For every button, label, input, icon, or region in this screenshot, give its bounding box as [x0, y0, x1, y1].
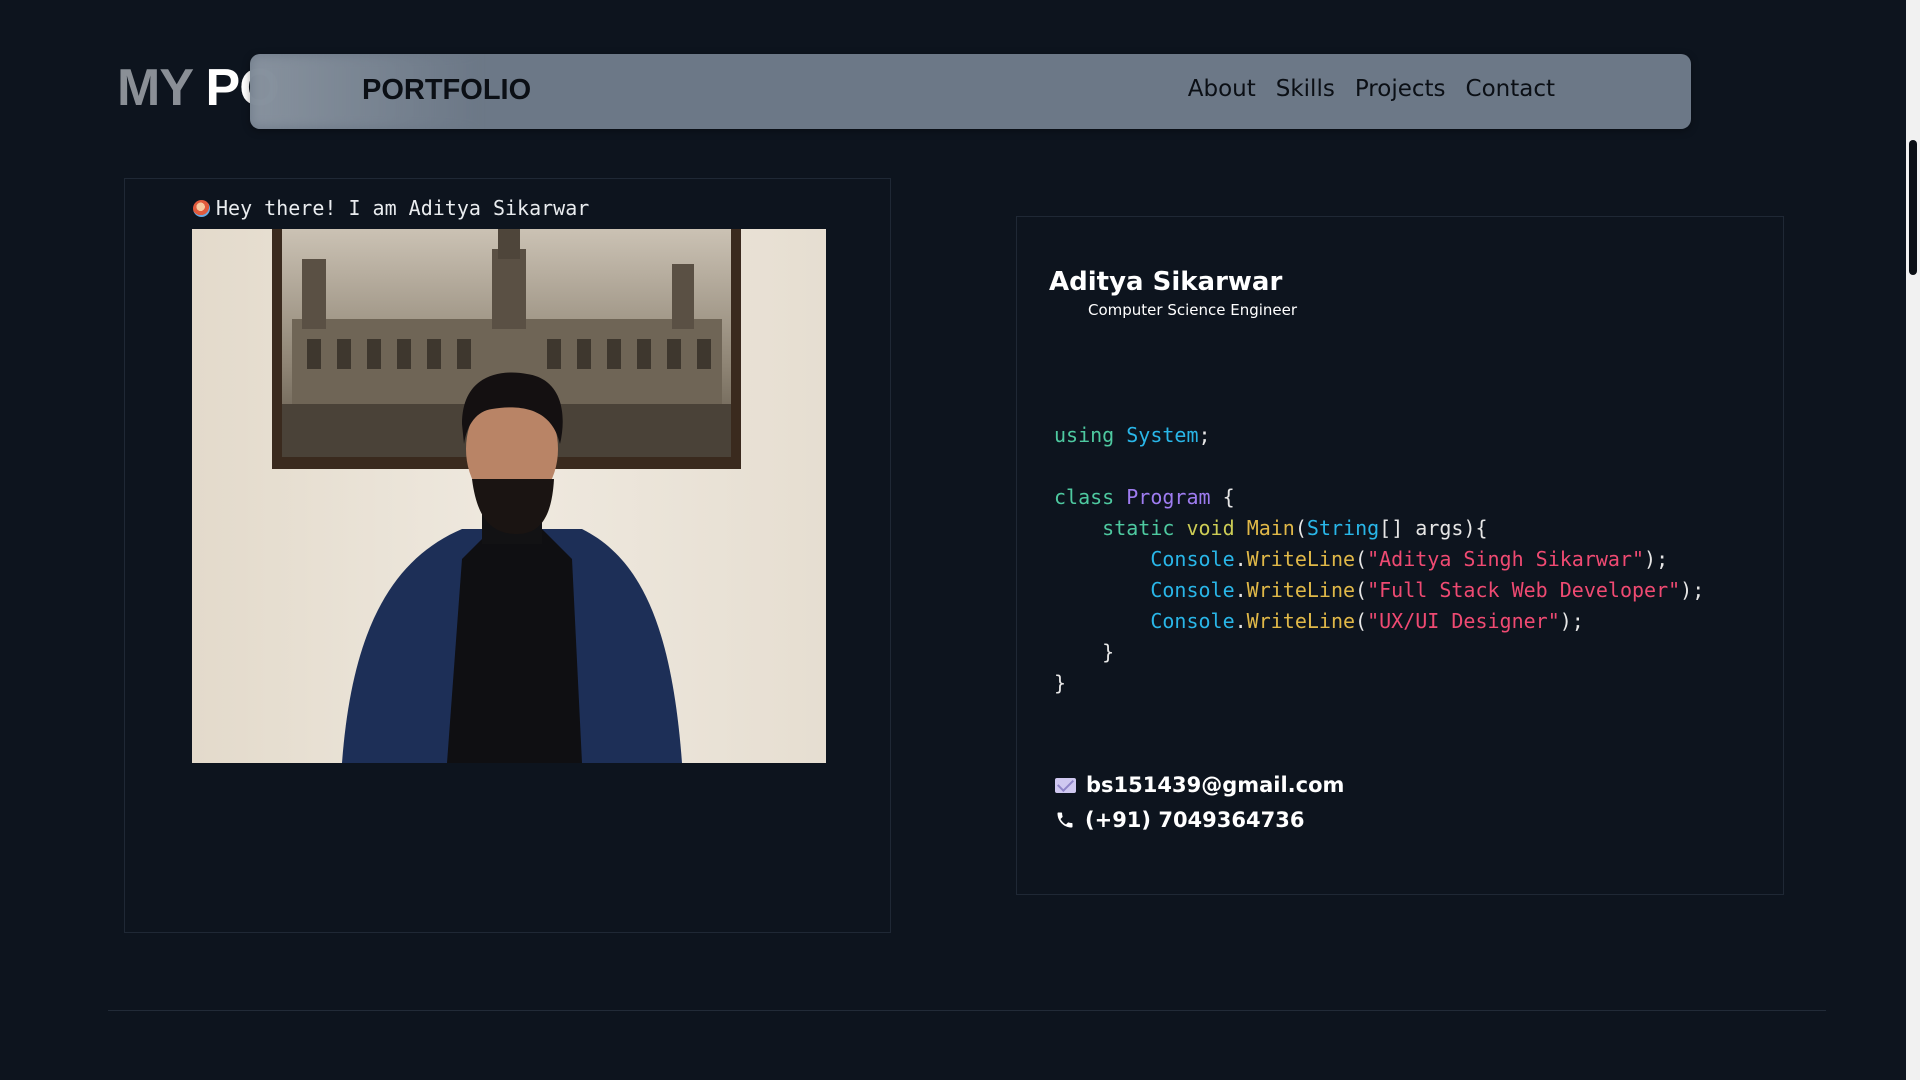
- profile-role: Computer Science Engineer: [1088, 301, 1298, 319]
- nav-brand[interactable]: PORTFOLIO: [362, 74, 531, 107]
- code-string-type: String: [1306, 516, 1380, 540]
- code-main: Main: [1246, 516, 1295, 540]
- profile-photo: [192, 229, 826, 763]
- profile-card: Aditya Sikarwar Computer Science Enginee…: [1016, 216, 1784, 895]
- profile-name: Aditya Sikarwar: [1049, 267, 1283, 297]
- code-using: using: [1054, 423, 1115, 447]
- scrollbar[interactable]: [1906, 0, 1920, 1080]
- code-string-2: "Full Stack Web Developer": [1367, 578, 1681, 602]
- contact-email[interactable]: bs151439@gmail.com: [1055, 773, 1344, 797]
- code-console-3: Console: [1150, 609, 1235, 633]
- nav-links: About Skills Projects Contact: [1188, 76, 1555, 102]
- scrollbar-thumb[interactable]: [1909, 140, 1917, 275]
- nav-link-about[interactable]: About: [1188, 76, 1256, 102]
- code-writeline-1: WriteLine: [1246, 547, 1356, 571]
- code-writeline-3: WriteLine: [1246, 609, 1356, 633]
- code-console-1: Console: [1150, 547, 1235, 571]
- contact-phone[interactable]: (+91) 7049364736: [1055, 808, 1304, 832]
- footer-divider: [108, 1010, 1826, 1011]
- brand-my: MY: [117, 59, 193, 117]
- envelope-icon: [1055, 777, 1076, 793]
- code-snippet: using System; class Program { static voi…: [1054, 423, 1705, 695]
- nav-link-projects[interactable]: Projects: [1355, 76, 1446, 102]
- phone-text[interactable]: (+91) 7049364736: [1085, 808, 1304, 832]
- code-args: args: [1415, 516, 1464, 540]
- code-class: class: [1054, 485, 1115, 509]
- portfolio-page: MY PO PORTFOLIO About Skills Projects Co…: [0, 0, 1920, 1080]
- code-program: Program: [1126, 485, 1211, 509]
- email-text[interactable]: bs151439@gmail.com: [1086, 773, 1344, 797]
- code-string-3: "UX/UI Designer": [1367, 609, 1560, 633]
- greeting-text: Hey there! I am Aditya Sikarwar: [216, 196, 590, 220]
- phone-icon: [1057, 812, 1073, 828]
- avatar-emoji-icon: [193, 199, 210, 217]
- code-system: System: [1126, 423, 1199, 447]
- nav-link-contact[interactable]: Contact: [1466, 76, 1555, 102]
- navbar: PORTFOLIO About Skills Projects Contact: [250, 54, 1691, 129]
- code-static: static: [1102, 516, 1175, 540]
- code-console-2: Console: [1150, 578, 1235, 602]
- code-void: void: [1186, 516, 1235, 540]
- code-string-1: "Aditya Singh Sikarwar": [1367, 547, 1645, 571]
- nav-link-skills[interactable]: Skills: [1276, 76, 1335, 102]
- code-writeline-2: WriteLine: [1246, 578, 1356, 602]
- intro-card: Hey there! I am Aditya Sikarwar: [124, 178, 891, 933]
- greeting: Hey there! I am Aditya Sikarwar: [193, 196, 589, 220]
